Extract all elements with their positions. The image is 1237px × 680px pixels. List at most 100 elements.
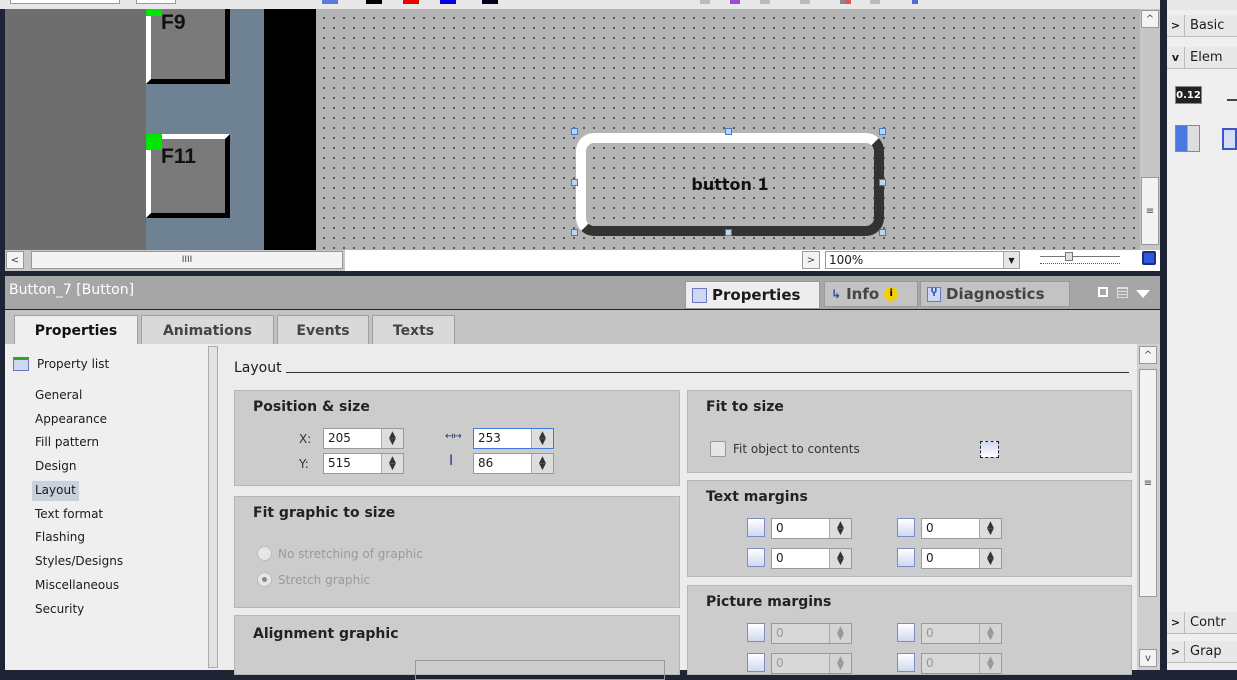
- width-spinbox[interactable]: 253 ▲ ▼: [473, 428, 554, 449]
- resize-handle-ne[interactable]: [879, 128, 886, 135]
- scroll-up-button[interactable]: ^: [1139, 346, 1157, 364]
- canvas-horizontal-scrollbar[interactable]: < IIII: [5, 250, 345, 271]
- canvas-vertical-scrollbar[interactable]: ^ ≡: [1140, 9, 1160, 250]
- spin-arrows-icon[interactable]: ▲ ▼: [382, 454, 403, 473]
- resize-handle-se[interactable]: [879, 229, 886, 236]
- nav-item-styles-designs[interactable]: Styles/Designs: [32, 552, 126, 572]
- spin-arrows-icon[interactable]: ▲ ▼: [532, 429, 553, 448]
- subtab-texts[interactable]: Texts: [372, 315, 455, 345]
- scroll-up-button[interactable]: ^: [1141, 10, 1159, 28]
- scroll-thumb[interactable]: ≡: [1139, 369, 1157, 597]
- property-list-button[interactable]: Property list: [5, 344, 208, 384]
- text-margin-left-spinbox[interactable]: 0 ▲ ▼: [771, 518, 852, 539]
- switch-icon[interactable]: [1175, 125, 1200, 152]
- scroll-thumb[interactable]: ≡: [1141, 177, 1159, 245]
- arrange-icon[interactable]: [730, 0, 740, 4]
- chevron-down-icon[interactable]: ▼: [1003, 252, 1019, 268]
- scroll-down-button[interactable]: v: [1139, 649, 1157, 667]
- resize-handle-s[interactable]: [725, 229, 732, 236]
- line-color-button[interactable]: [322, 0, 338, 4]
- alignment-field[interactable]: [415, 660, 665, 680]
- selected-button[interactable]: button 1: [576, 133, 884, 236]
- nav-item-appearance[interactable]: Appearance: [32, 410, 110, 430]
- spin-arrows-icon[interactable]: ▲ ▼: [830, 654, 851, 673]
- width-value[interactable]: 253: [474, 429, 532, 448]
- zoom-select[interactable]: 100% ▼: [825, 251, 1020, 269]
- margin-value[interactable]: 0: [922, 519, 980, 538]
- resize-handle-n[interactable]: [725, 128, 732, 135]
- scroll-thumb[interactable]: IIII: [31, 251, 343, 269]
- text-color-button[interactable]: [366, 0, 382, 4]
- overview-icon[interactable]: [1142, 251, 1156, 265]
- toolbox-section-elements[interactable]: v Elem: [1167, 46, 1237, 69]
- resize-handle-sw[interactable]: [571, 229, 578, 236]
- layer-icon[interactable]: [870, 0, 880, 4]
- picture-margin-top-spinbox[interactable]: 0 ▲ ▼: [921, 623, 1002, 644]
- zoom-slider-thumb[interactable]: [1065, 252, 1073, 261]
- y-spinbox[interactable]: 515 ▲ ▼: [323, 453, 404, 474]
- fit-to-contents-icon[interactable]: [980, 441, 999, 458]
- background-color-button[interactable]: [482, 0, 498, 4]
- resize-handle-w[interactable]: [571, 179, 578, 186]
- radio-no-stretching[interactable]: No stretching of graphic: [257, 546, 423, 561]
- font-name-field[interactable]: [10, 0, 120, 4]
- picture-margin-right-spinbox[interactable]: 0 ▲ ▼: [771, 653, 852, 674]
- text-margin-right-spinbox[interactable]: 0 ▲ ▼: [771, 548, 852, 569]
- resize-handle-nw[interactable]: [571, 128, 578, 135]
- spin-arrows-icon[interactable]: ▲ ▼: [980, 624, 1001, 643]
- toolbox-section-graphics[interactable]: > Grap: [1167, 640, 1237, 663]
- text-margin-top-spinbox[interactable]: 0 ▲ ▼: [921, 518, 1002, 539]
- nav-item-design[interactable]: Design: [32, 457, 79, 477]
- spin-arrows-icon[interactable]: ▲ ▼: [980, 654, 1001, 673]
- spin-arrows-icon[interactable]: ▲ ▼: [382, 429, 403, 448]
- margin-value[interactable]: 0: [772, 624, 830, 643]
- tab-info[interactable]: ↳ Info i: [824, 281, 918, 307]
- spin-arrows-icon[interactable]: ▲ ▼: [830, 519, 851, 538]
- symbolic-io-icon[interactable]: [1222, 128, 1237, 150]
- spin-arrows-icon[interactable]: ▲ ▼: [830, 624, 851, 643]
- nav-item-security[interactable]: Security: [32, 600, 87, 620]
- float-window-icon[interactable]: [1098, 287, 1108, 297]
- radio-stretch-graphic[interactable]: Stretch graphic: [257, 572, 370, 587]
- margin-value[interactable]: 0: [922, 549, 980, 568]
- nav-item-flashing[interactable]: Flashing: [32, 528, 88, 548]
- border-color-button[interactable]: [440, 0, 456, 4]
- toolbox-section-controls[interactable]: > Contr: [1167, 611, 1237, 634]
- tab-diagnostics[interactable]: Ⴤ Diagnostics: [920, 281, 1070, 307]
- scroll-left-button[interactable]: <: [6, 251, 24, 269]
- button-element-icon[interactable]: [1227, 93, 1237, 101]
- nav-splitter[interactable]: [208, 346, 218, 668]
- subtab-events[interactable]: Events: [277, 315, 369, 345]
- nav-item-miscellaneous[interactable]: Miscellaneous: [32, 576, 122, 596]
- picture-margin-left-spinbox[interactable]: 0 ▲ ▼: [771, 623, 852, 644]
- toolbox-section-basic[interactable]: > Basic: [1167, 14, 1237, 37]
- layout-icon[interactable]: [1117, 287, 1128, 298]
- font-size-field[interactable]: [136, 0, 176, 4]
- fkey-button-f9[interactable]: F9: [146, 9, 230, 84]
- margin-value[interactable]: 0: [772, 519, 830, 538]
- text-margin-bottom-spinbox[interactable]: 0 ▲ ▼: [921, 548, 1002, 569]
- nav-item-text-format[interactable]: Text format: [32, 505, 106, 525]
- spin-arrows-icon[interactable]: ▲ ▼: [980, 519, 1001, 538]
- tag-icon[interactable]: [845, 0, 851, 4]
- fkey-button-f11[interactable]: F11: [146, 134, 230, 218]
- nav-item-general[interactable]: General: [32, 386, 85, 406]
- scroll-right-button[interactable]: >: [802, 251, 820, 269]
- pin-icon[interactable]: [912, 0, 918, 4]
- screen-editor-canvas[interactable]: F9 F11 button 1: [5, 9, 1140, 250]
- height-value[interactable]: 86: [474, 454, 532, 473]
- tab-properties[interactable]: Properties: [685, 281, 820, 309]
- resize-handle-e[interactable]: [879, 179, 886, 186]
- margin-value[interactable]: 0: [772, 654, 830, 673]
- properties-vertical-scrollbar[interactable]: ^ ≡ v: [1137, 344, 1160, 670]
- distribute-icon[interactable]: [800, 0, 810, 4]
- margin-value[interactable]: 0: [922, 654, 980, 673]
- margin-value[interactable]: 0: [772, 549, 830, 568]
- fit-object-checkbox[interactable]: [710, 441, 726, 457]
- margin-value[interactable]: 0: [922, 624, 980, 643]
- spin-arrows-icon[interactable]: ▲ ▼: [980, 549, 1001, 568]
- subtab-properties[interactable]: Properties: [14, 315, 138, 345]
- nav-item-layout[interactable]: Layout: [32, 481, 79, 501]
- nav-item-fill-pattern[interactable]: Fill pattern: [32, 433, 102, 453]
- fill-color-button[interactable]: [403, 0, 419, 4]
